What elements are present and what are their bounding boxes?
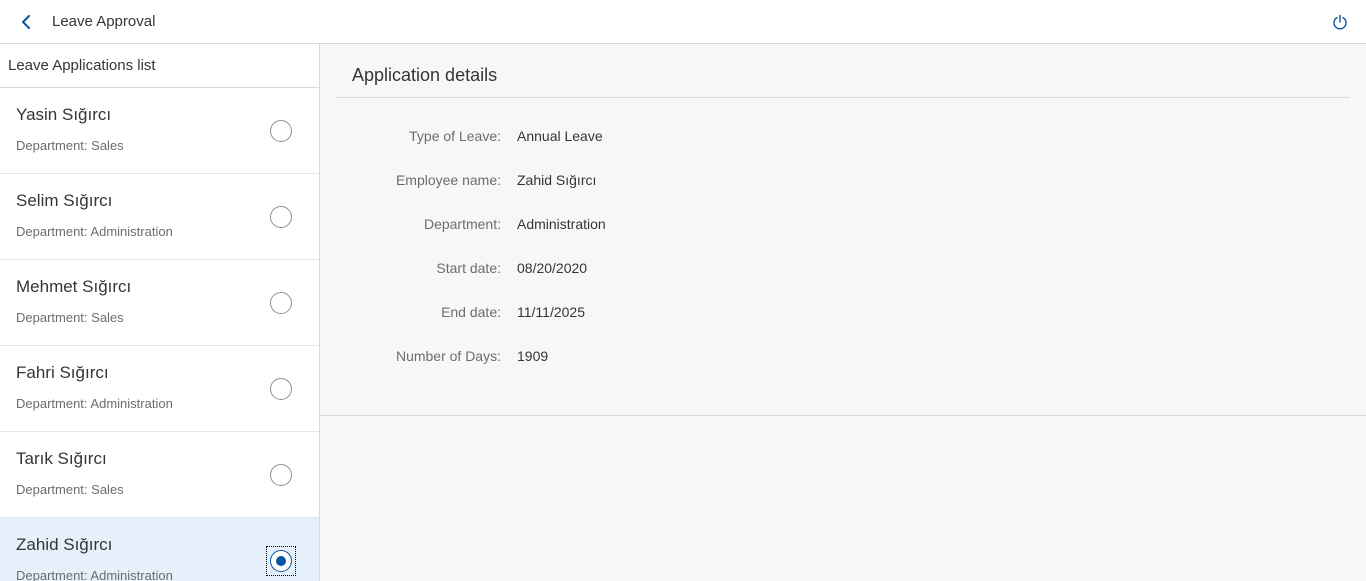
employee-name: Yasin Sığırcı [16,105,112,124]
title-divider [336,97,1350,98]
form-row-number-of-days: Number of Days: 1909 [320,348,1366,368]
back-button[interactable] [12,8,40,36]
field-value: 11/11/2025 [517,304,585,320]
shell-bar: Leave Approval [0,0,1366,44]
form-row-end-date: End date: 11/11/2025 [320,304,1366,324]
detail-page: Application details Type of Leave: Annua… [320,44,1366,581]
employee-name: Mehmet Sığırcı [16,277,132,296]
employee-name: Zahid Sığırcı [16,535,113,554]
employee-name: Tarık Sığırcı [16,449,107,468]
app-title: Leave Approval [52,13,156,30]
list-item[interactable]: Mehmet Sığırcı Department: Sales [0,260,319,346]
employee-name: Selim Sığırcı [16,191,113,210]
employee-department: Department: Sales [16,138,124,153]
select-radio[interactable] [270,292,292,314]
field-value: Zahid Sığırcı [517,172,597,188]
leave-applications-panel: Leave Applications list Yasin Sığırcı De… [0,44,320,581]
field-label: Employee name: [395,172,501,188]
list-item[interactable]: Fahri Sığırcı Department: Administration [0,346,319,432]
select-radio[interactable] [270,378,292,400]
field-value: 1909 [517,348,549,364]
employee-department: Department: Administration [16,568,173,581]
select-radio[interactable] [270,206,292,228]
list-item[interactable]: Tarık Sığırcı Department: Sales [0,432,319,518]
list-item-selected[interactable]: Zahid Sığırcı Department: Administration [0,518,319,581]
field-label: Type of Leave: [409,128,501,144]
form-row-employee-name: Employee name: Zahid Sığırcı [320,172,1366,192]
list-item[interactable]: Selim Sığırcı Department: Administration [0,174,319,260]
field-value: Annual Leave [517,128,603,144]
select-radio[interactable] [270,464,292,486]
logout-button[interactable] [1328,10,1352,34]
list-item[interactable]: Yasin Sığırcı Department: Sales [0,88,319,174]
employee-department: Department: Administration [16,396,173,411]
detail-title: Application details [352,65,498,85]
employee-department: Department: Sales [16,310,124,325]
field-label: Department: [423,216,501,232]
select-radio-checked[interactable] [270,550,292,572]
chevron-left-icon [22,15,30,29]
power-icon [1333,14,1347,30]
list-title: Leave Applications list [0,44,319,88]
field-label: Number of Days: [395,348,501,364]
employee-name: Fahri Sığırcı [16,363,109,382]
application-details-panel: Application details Type of Leave: Annua… [320,44,1366,416]
employee-department: Department: Administration [16,224,173,239]
employee-department: Department: Sales [16,482,124,497]
form-row-department: Department: Administration [320,216,1366,236]
field-label: Start date: [436,260,501,276]
field-label: End date: [441,304,501,320]
form-row-start-date: Start date: 08/20/2020 [320,260,1366,280]
field-value: Administration [517,216,606,232]
field-value: 08/20/2020 [517,260,588,276]
form-row-type-of-leave: Type of Leave: Annual Leave [320,128,1366,148]
select-radio[interactable] [270,120,292,142]
